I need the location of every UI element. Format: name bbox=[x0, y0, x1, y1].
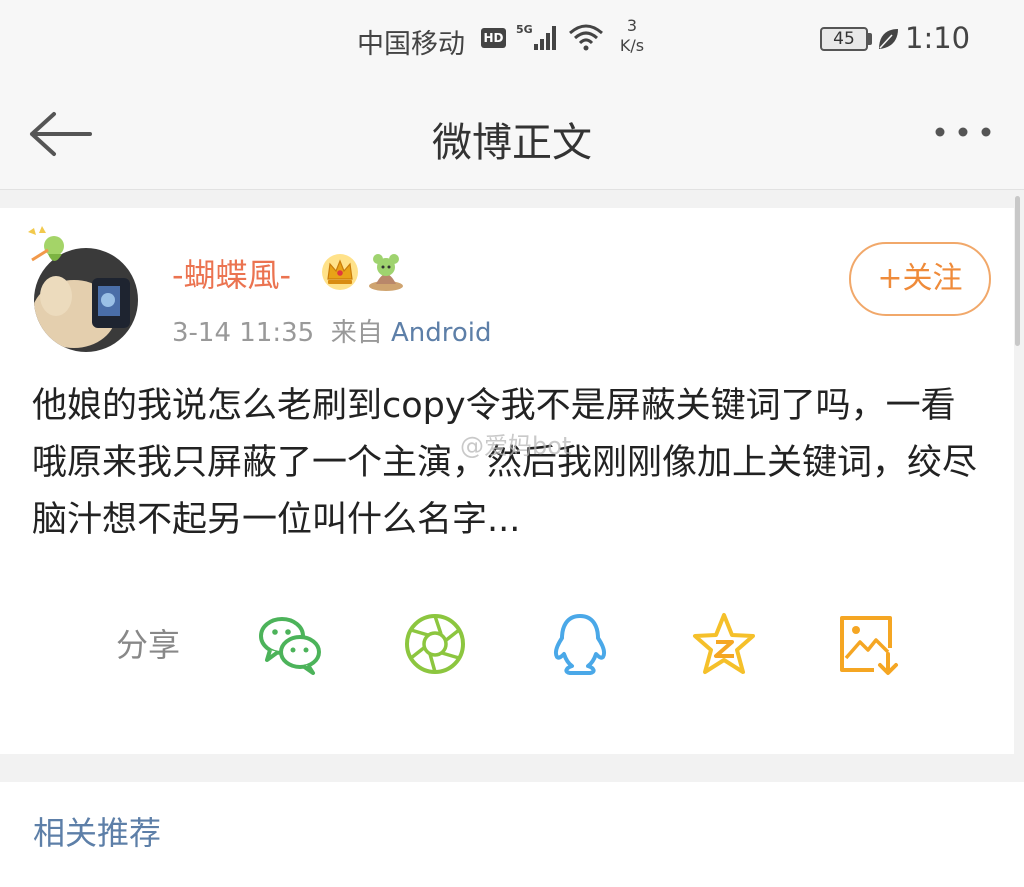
leaf-icon bbox=[879, 29, 898, 49]
post-card: -蝴蝶風- 3-14 11:35 来自 Android +关注 他娘的我说怎么老… bbox=[0, 208, 1014, 754]
battery-level: 45 bbox=[820, 27, 868, 51]
avatar-pendant-icon bbox=[28, 226, 64, 262]
post-text: 他娘的我说怎么老刷到copy令我不是屏蔽关键词了吗，一看哦原来我只屏蔽了一个主演… bbox=[32, 386, 978, 540]
post-source[interactable]: Android bbox=[391, 318, 492, 348]
nav-bar: 微博正文 bbox=[0, 80, 1024, 190]
speed-unit: K/s bbox=[619, 36, 645, 55]
wechat-icon[interactable] bbox=[256, 610, 324, 678]
network-speed: 3 K/s bbox=[612, 16, 652, 56]
clock: 1:10 bbox=[905, 21, 971, 55]
username[interactable]: -蝴蝶風- bbox=[172, 250, 291, 296]
hd-badge: HD bbox=[481, 28, 506, 48]
member-badge-icon[interactable] bbox=[366, 250, 406, 292]
battery-tip bbox=[868, 33, 872, 45]
back-arrow-icon[interactable] bbox=[24, 104, 94, 164]
more-options-icon[interactable] bbox=[930, 120, 996, 144]
related-section: 相关推荐 bbox=[0, 782, 1024, 887]
post-time: 3-14 11:35 bbox=[172, 318, 315, 348]
watermark: @爱妈bot bbox=[460, 432, 572, 460]
save-image-icon[interactable] bbox=[834, 610, 902, 678]
qzone-icon[interactable] bbox=[690, 610, 758, 678]
signal-icon: 5G bbox=[516, 23, 556, 50]
qq-icon[interactable] bbox=[546, 610, 614, 678]
carrier-name: 中国移动 bbox=[357, 29, 465, 60]
speed-value: 3 bbox=[626, 16, 638, 35]
status-bar: 中国移动 HD 5G 3 K/s 45 1:10 bbox=[0, 0, 1024, 80]
follow-button[interactable]: +关注 bbox=[849, 242, 991, 316]
related-title[interactable]: 相关推荐 bbox=[33, 808, 161, 854]
source-prefix: 来自 bbox=[330, 318, 383, 348]
page-title: 微博正文 bbox=[432, 120, 592, 166]
network-type: 5G bbox=[516, 23, 533, 36]
vip-crown-icon[interactable] bbox=[320, 252, 360, 292]
post-meta: 3-14 11:35 来自 Android bbox=[172, 312, 492, 349]
scrollbar[interactable] bbox=[1015, 196, 1020, 346]
share-label: 分享 bbox=[116, 626, 181, 664]
wifi-icon bbox=[569, 24, 603, 51]
moments-icon[interactable] bbox=[401, 610, 469, 678]
